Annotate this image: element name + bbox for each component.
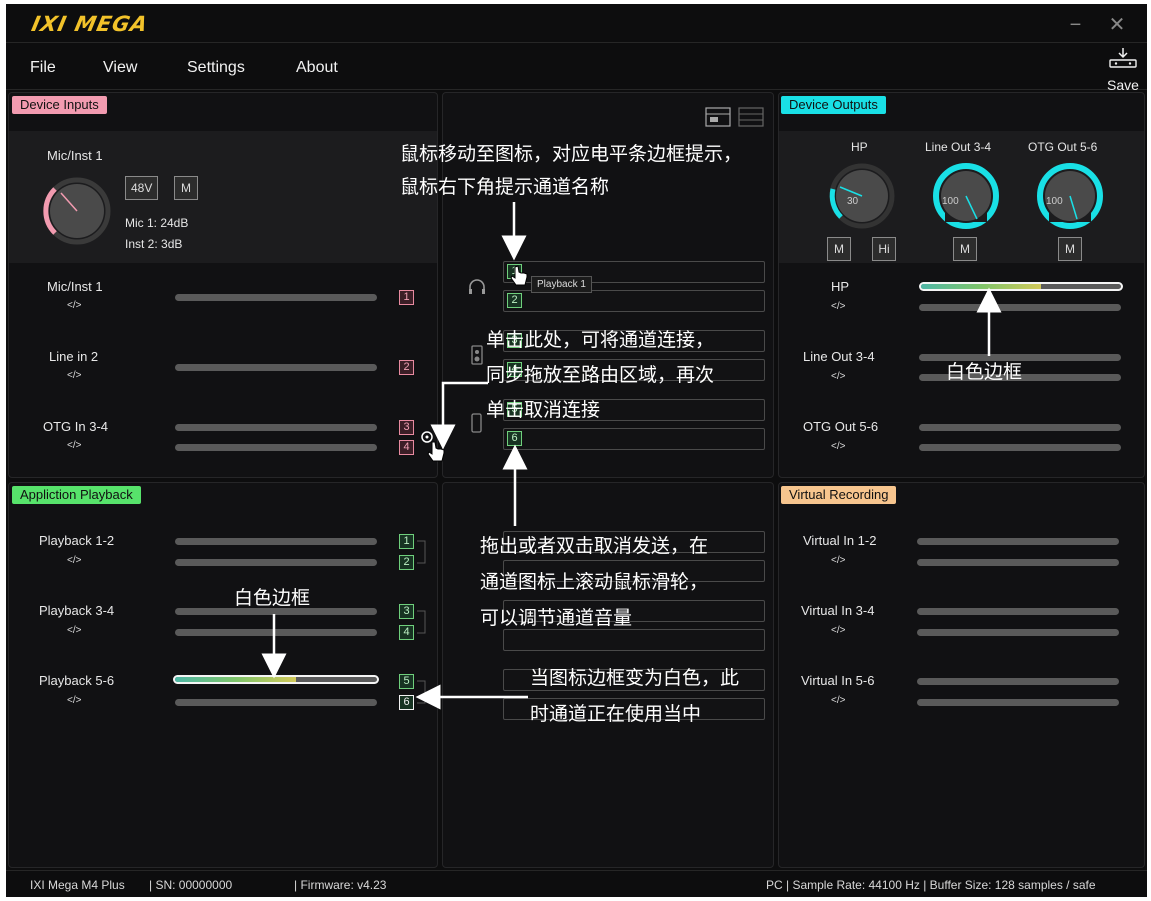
annotation-hover-line1: 鼠标移动至图标，对应电平条边框提示，: [400, 143, 743, 165]
app-window: IXI MEGA − ✕ File View Settings About Sa…: [6, 4, 1147, 897]
status-audio-info: PC | Sample Rate: 44100 Hz | Buffer Size…: [766, 878, 1096, 892]
annotation-white-border-outputs: 白色边框: [946, 361, 1023, 383]
annotation-active-line2: 时通道正在使用当中: [530, 703, 702, 725]
annotation-click-line2: 同步拖放至路由区域，再次: [486, 364, 715, 386]
status-bar: IXI Mega M4 Plus | SN: 00000000 | Firmwa…: [6, 870, 1147, 897]
annotation-hover-line2: 鼠标右下角提示通道名称: [400, 176, 610, 198]
annotation-drag-line2: 通道图标上滚动鼠标滑轮，: [480, 571, 709, 593]
status-serial: | SN: 00000000: [149, 878, 233, 892]
annotation-drag-line1: 拖出或者双击取消发送，在: [480, 535, 709, 557]
annotation-active-line1: 当图标边框变为白色，此: [530, 667, 740, 689]
status-firmware: | Firmware: v4.23: [294, 878, 387, 892]
annotation-arrows: [261, 202, 1002, 710]
annotation-white-border-playback: 白色边框: [234, 587, 311, 609]
annotation-click-line1: 单击此处，可将通道连接，: [486, 329, 715, 351]
annotation-drag-line3: 可以调节通道音量: [480, 607, 633, 629]
annotation-click-line3: 单击取消连接: [486, 399, 601, 421]
status-device: IXI Mega M4 Plus: [30, 878, 125, 892]
